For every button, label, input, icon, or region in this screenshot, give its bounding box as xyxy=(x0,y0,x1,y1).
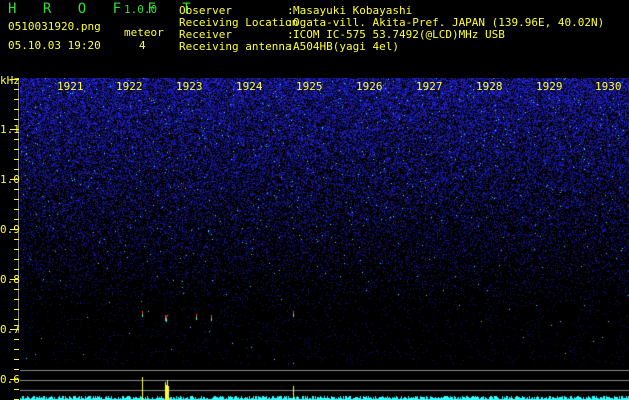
y-tick xyxy=(14,119,19,120)
y-tick xyxy=(14,159,19,160)
y-tick xyxy=(14,289,19,290)
y-tick xyxy=(10,279,19,280)
y-tick xyxy=(14,199,19,200)
y-unit-label: kHz xyxy=(0,74,20,87)
y-tick xyxy=(14,139,19,140)
y-tick xyxy=(14,109,19,110)
x-label: 1926 xyxy=(356,80,383,93)
y-tick xyxy=(14,169,19,170)
x-label: 1921 xyxy=(57,80,84,93)
y-tick xyxy=(14,299,19,300)
y-tick xyxy=(14,349,19,350)
x-label: 1923 xyxy=(176,80,203,93)
y-tick xyxy=(14,309,19,310)
y-tick xyxy=(14,339,19,340)
y-tick xyxy=(10,379,19,380)
y-tick xyxy=(14,99,19,100)
x-label: 1929 xyxy=(536,80,563,93)
y-axis-line xyxy=(18,78,19,333)
app-title: H R O F F T xyxy=(8,1,200,17)
meteor-count: 4 xyxy=(139,39,146,52)
meteor-label: meteor xyxy=(124,26,164,39)
y-tick xyxy=(10,79,19,80)
y-tick xyxy=(14,259,19,260)
y-tick xyxy=(14,89,19,90)
x-label: 1930 xyxy=(595,80,622,93)
x-label: 1925 xyxy=(296,80,323,93)
signal-strip xyxy=(20,365,629,400)
filename: 0510031920.png xyxy=(8,20,101,33)
y-tick xyxy=(10,129,19,130)
y-tick xyxy=(14,359,19,360)
y-tick xyxy=(14,149,19,150)
y-tick xyxy=(14,219,19,220)
y-tick xyxy=(14,189,19,190)
y-tick xyxy=(14,369,19,370)
y-tick xyxy=(14,389,19,390)
y-tick xyxy=(14,269,19,270)
version: 1.0.0 xyxy=(124,3,158,16)
spectrogram xyxy=(20,78,629,365)
x-label: 1928 xyxy=(476,80,503,93)
y-tick xyxy=(14,239,19,240)
y-tick xyxy=(10,229,19,230)
info-label-antenna: Receiving antenna xyxy=(179,40,292,53)
y-tick xyxy=(10,179,19,180)
y-tick xyxy=(14,249,19,250)
info-value-antenna: A504HB(yagi 4el) xyxy=(293,40,399,53)
x-label: 1924 xyxy=(236,80,263,93)
datetime: 05.10.03 19:20 xyxy=(8,39,101,52)
y-tick xyxy=(14,319,19,320)
colon: : xyxy=(287,40,294,53)
x-label: 1922 xyxy=(116,80,143,93)
y-tick xyxy=(10,329,19,330)
y-tick xyxy=(14,209,19,210)
x-label: 1927 xyxy=(416,80,443,93)
